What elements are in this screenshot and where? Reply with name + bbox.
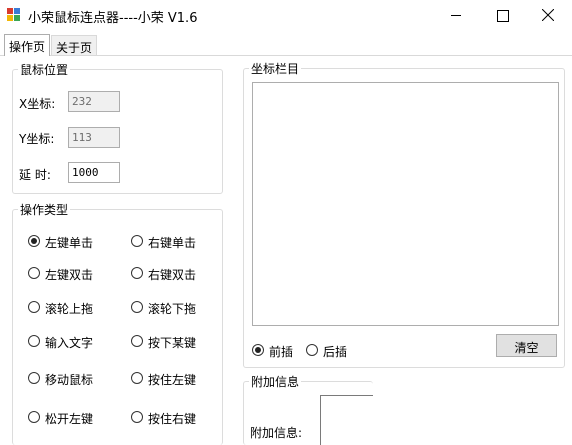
radio-dot-icon bbox=[252, 344, 264, 356]
x-coord-field[interactable]: 232 bbox=[68, 91, 120, 112]
radio-dot-icon bbox=[131, 411, 143, 423]
radio-label: 后插 bbox=[323, 345, 348, 359]
radio-dot-icon bbox=[28, 372, 40, 384]
extra-info-title: 附加信息 bbox=[249, 373, 302, 390]
radio-dot-icon bbox=[131, 235, 143, 247]
clear-button[interactable]: 清空 bbox=[496, 334, 557, 357]
radio-label: 移动鼠标 bbox=[45, 373, 94, 387]
radio-label: 左键双击 bbox=[45, 268, 94, 282]
tab-operations[interactable]: 操作页 bbox=[4, 34, 51, 56]
tab-divider bbox=[0, 55, 572, 56]
radio-dot-icon bbox=[28, 267, 40, 279]
radio-label: 按住右键 bbox=[148, 412, 197, 426]
coords-title: 坐标栏目 bbox=[249, 60, 302, 77]
radio-dot-icon bbox=[131, 372, 143, 384]
radio-label: 右键双击 bbox=[148, 268, 197, 282]
radio-label: 滚轮上拖 bbox=[45, 302, 94, 316]
delay-label: 延 时: bbox=[19, 168, 51, 182]
radio-label: 按下某键 bbox=[148, 336, 197, 350]
radio-label: 左键单击 bbox=[45, 236, 94, 250]
y-coord-field[interactable]: 113 bbox=[68, 127, 120, 148]
radio-dot-icon bbox=[28, 411, 40, 423]
radio-dot-icon bbox=[131, 267, 143, 279]
radio-dot-icon bbox=[131, 335, 143, 347]
close-icon bbox=[542, 9, 554, 21]
radio-dot-icon bbox=[131, 301, 143, 313]
radio-label: 松开左键 bbox=[45, 412, 94, 426]
delay-field[interactable]: 1000 bbox=[68, 162, 120, 183]
title-bar: 小荣鼠标连点器----小荣 V1.6 bbox=[0, 0, 572, 31]
close-button[interactable] bbox=[525, 0, 571, 31]
coords-list[interactable] bbox=[252, 82, 559, 326]
radio-label: 输入文字 bbox=[45, 336, 94, 350]
minimize-button[interactable] bbox=[433, 0, 479, 31]
x-coord-label: X坐标: bbox=[19, 97, 56, 111]
extra-info-field[interactable] bbox=[320, 395, 373, 445]
mouse-position-title: 鼠标位置 bbox=[18, 61, 71, 78]
operation-type-title: 操作类型 bbox=[18, 201, 71, 218]
radio-label: 滚轮下拖 bbox=[148, 302, 197, 316]
extra-info-label: 附加信息: bbox=[250, 426, 303, 440]
radio-dot-icon bbox=[28, 301, 40, 313]
y-coord-label: Y坐标: bbox=[19, 132, 55, 146]
tab-about[interactable]: 关于页 bbox=[51, 35, 98, 55]
radio-dot-icon bbox=[28, 335, 40, 347]
maximize-button[interactable] bbox=[479, 0, 525, 31]
app-icon bbox=[7, 8, 21, 22]
radio-label: 右键单击 bbox=[148, 236, 197, 250]
radio-label: 按住左键 bbox=[148, 373, 197, 387]
radio-dot-icon bbox=[28, 235, 40, 247]
window-title: 小荣鼠标连点器----小荣 V1.6 bbox=[28, 11, 198, 26]
radio-label: 前插 bbox=[269, 345, 294, 359]
radio-dot-icon bbox=[306, 344, 318, 356]
